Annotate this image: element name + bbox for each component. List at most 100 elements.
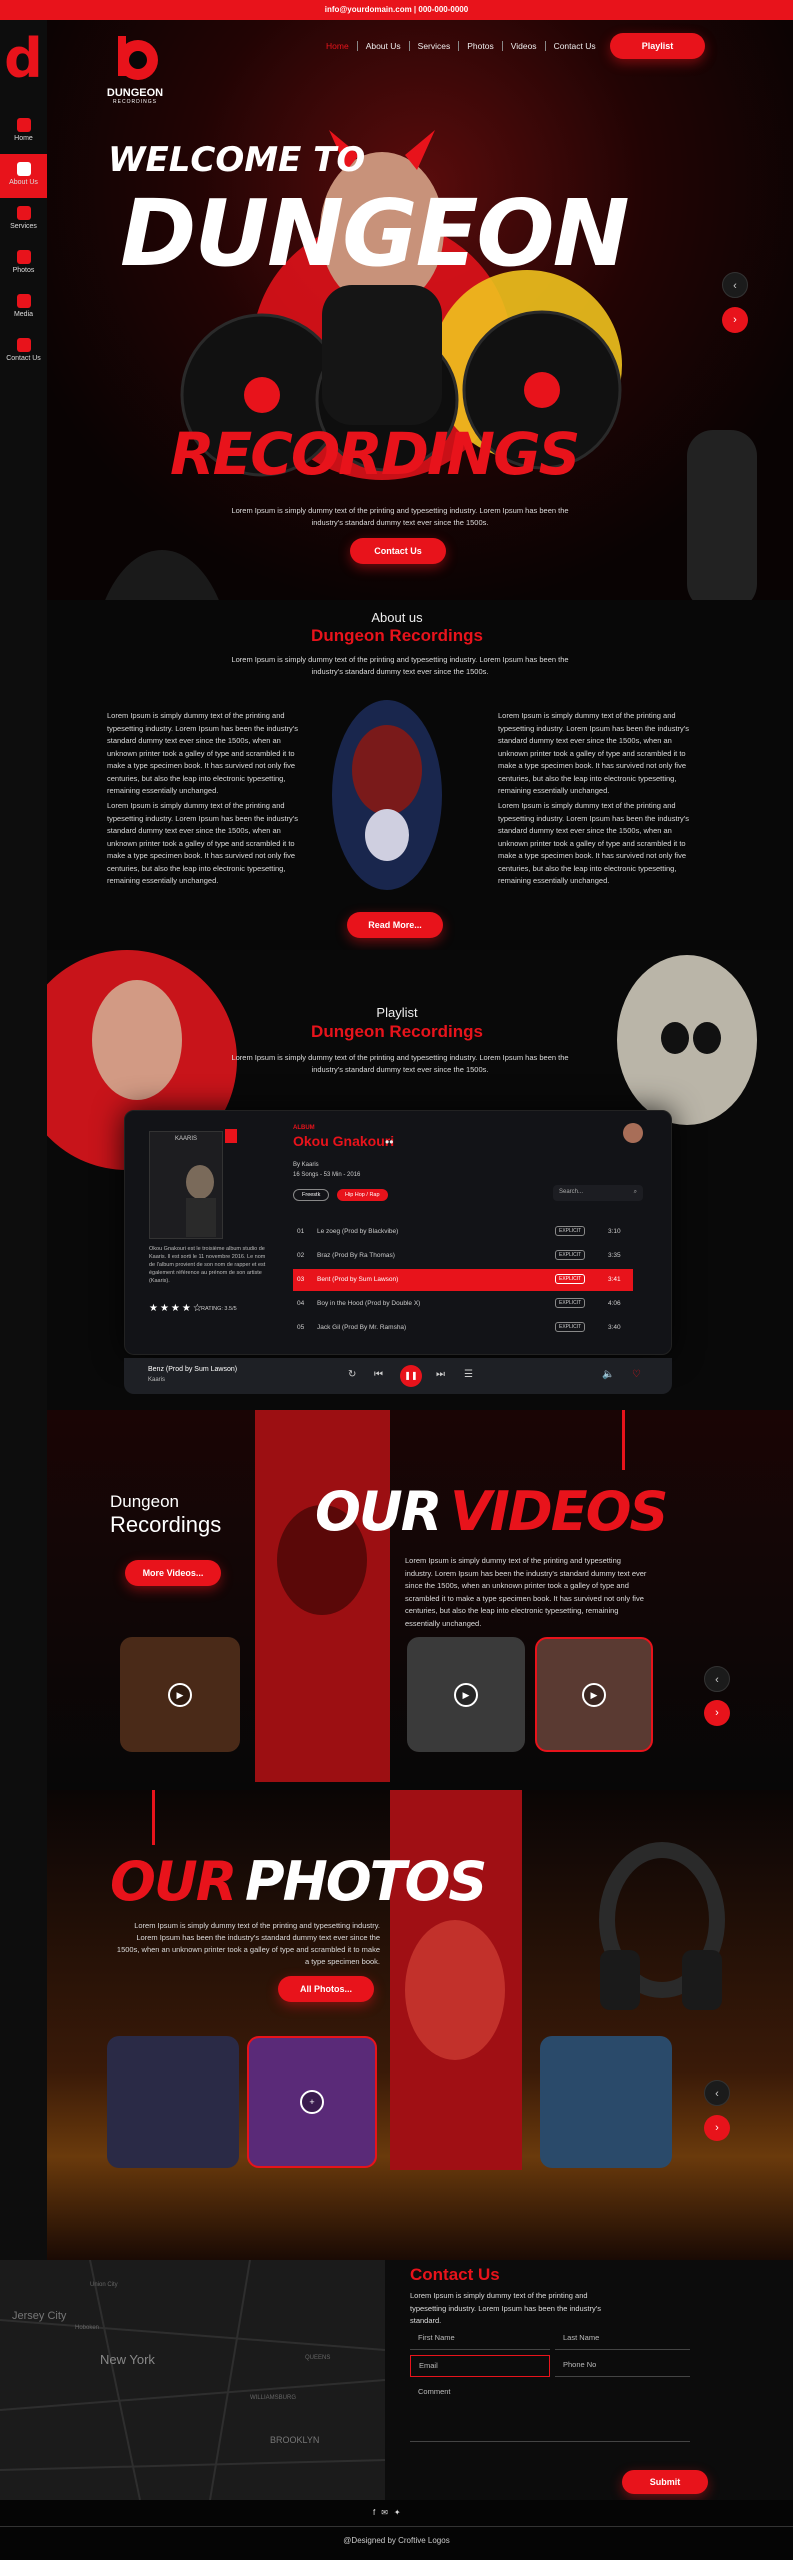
- sidebar-item-services[interactable]: Services: [0, 198, 47, 242]
- nav-about[interactable]: About Us: [358, 41, 410, 51]
- track-row[interactable]: 01 Le zoeg (Prod by Blackvibe) EXPLICIT 3:1…: [293, 1221, 633, 1243]
- music-player-card: KAARIS Okou Gnakouri est le troisième al…: [124, 1110, 672, 1355]
- play-icon: ▶: [454, 1682, 478, 1707]
- volume-icon[interactable]: 🔈: [602, 1369, 614, 1380]
- sidebar-item-media[interactable]: Media: [0, 286, 47, 330]
- repeat-icon[interactable]: ↻: [348, 1369, 356, 1380]
- playlist-subtitle: Playlist: [376, 1005, 418, 1020]
- previous-icon[interactable]: ⏮: [374, 1369, 383, 1380]
- play-icon: ▶: [582, 1682, 606, 1707]
- map[interactable]: Jersey City New York BROOKLYN WILLIAMSBU…: [0, 2259, 386, 2501]
- sidebar-item-label: Home: [14, 135, 33, 142]
- contact-us-button[interactable]: Contact Us: [350, 538, 446, 564]
- read-more-button[interactable]: Read More...: [347, 912, 443, 938]
- logo-mark-icon: [118, 36, 158, 80]
- email-label: Email: [419, 2361, 438, 2370]
- album-art: [186, 1165, 216, 1238]
- contact-title: Contact Us: [410, 2265, 500, 2284]
- next-icon[interactable]: ⏭: [436, 1369, 445, 1380]
- heart-icon[interactable]: ♡: [632, 1369, 641, 1380]
- phone-label: Phone No: [563, 2360, 597, 2369]
- now-playing-artist: Kaaris: [148, 1377, 166, 1383]
- genre-chip[interactable]: Hip Hop / Rap: [337, 1189, 388, 1201]
- track-time: 3:10: [608, 1228, 621, 1235]
- chevron-left-icon: ‹: [733, 280, 737, 292]
- avatar[interactable]: [623, 1123, 643, 1143]
- explicit-badge: EXPLICIT: [555, 1298, 586, 1308]
- rating-stars-icon: ★★★★☆: [149, 1303, 204, 1314]
- sidebar-item-home[interactable]: Home: [0, 110, 47, 154]
- first-name-field[interactable]: First Name: [410, 2328, 550, 2350]
- zoom-icon: +: [300, 2090, 324, 2114]
- photos-prev-button[interactable]: ‹: [704, 2080, 730, 2106]
- about-intro: Lorem Ipsum is simply dummy text of the …: [231, 655, 569, 676]
- album-artist: Okou Gnakouri: [293, 1133, 395, 1149]
- search-placeholder: Search...: [559, 1189, 584, 1195]
- about-text-right-1: Lorem Ipsum is simply dummy text of the …: [498, 711, 689, 795]
- sidebar-item-label: Media: [13, 311, 34, 318]
- track-row[interactable]: 05 Jack Gil (Prod By Mr. Ramsha) EXPLICIT 3…: [293, 1317, 633, 1339]
- about-subtitle: About us: [371, 610, 423, 625]
- photo-thumbnail[interactable]: [107, 2036, 239, 2168]
- chevron-right-icon: ›: [715, 2122, 719, 2134]
- photo-thumbnail[interactable]: +: [247, 2036, 377, 2168]
- nav-photos[interactable]: Photos: [459, 41, 503, 51]
- social-icons[interactable]: f✉✦: [373, 2508, 407, 2517]
- brand-logo[interactable]: DUNGEON RECORDINGS: [100, 32, 180, 112]
- hero-next-button[interactable]: ›: [722, 307, 748, 333]
- sidebar-item-photos[interactable]: Photos: [0, 242, 47, 286]
- video-thumbnail[interactable]: ▶: [120, 1637, 240, 1752]
- videos-text: Lorem Ipsum is simply dummy text of the …: [405, 1556, 647, 1628]
- email-field[interactable]: Email: [410, 2355, 550, 2377]
- player-bar: Benz (Prod by Sum Lawson) Kaaris ↻ ⏮ ❚❚ …: [124, 1358, 672, 1394]
- chevron-left-icon: ‹: [715, 1674, 719, 1686]
- sidebar-item-contact[interactable]: Contact Us: [0, 330, 47, 374]
- comment-field[interactable]: Comment: [410, 2382, 690, 2442]
- all-photos-button[interactable]: All Photos...: [278, 1976, 374, 2002]
- bookmark-icon[interactable]: [225, 1129, 237, 1143]
- nav-home[interactable]: Home: [318, 41, 358, 51]
- first-name-label: First Name: [418, 2333, 455, 2342]
- map-label: Jersey City: [12, 2310, 67, 2322]
- more-dots-icon[interactable]: ••: [385, 1135, 393, 1149]
- tag-chip[interactable]: Freestk: [293, 1189, 330, 1201]
- more-videos-button[interactable]: More Videos...: [125, 1560, 221, 1586]
- track-title: Braz (Prod By Ra Thomas): [317, 1252, 395, 1259]
- sidebar-logo-icon[interactable]: d: [0, 20, 47, 98]
- track-title: Le zoeg (Prod by Blackvibe): [317, 1228, 399, 1235]
- nav-services[interactable]: Services: [410, 41, 460, 51]
- video-thumbnail[interactable]: ▶: [535, 1637, 653, 1752]
- contact-text: Lorem Ipsum is simply dummy text of the …: [410, 2291, 601, 2325]
- track-title: Bent (Prod by Sum Lawson): [317, 1276, 399, 1283]
- track-row[interactable]: 02 Braz (Prod By Ra Thomas) EXPLICIT 3:35: [293, 1245, 633, 1267]
- track-row-active[interactable]: 03 Bent (Prod by Sum Lawson) EXPLICIT 3:41: [293, 1269, 633, 1291]
- nav-videos[interactable]: Videos: [503, 41, 546, 51]
- video-thumbnail[interactable]: ▶: [407, 1637, 525, 1752]
- search-input[interactable]: Search... ⌕: [553, 1185, 643, 1201]
- playlist-button[interactable]: Playlist: [610, 33, 705, 59]
- track-row[interactable]: 04 Boy in the Hood (Prod by Double X) EXPL…: [293, 1293, 633, 1315]
- submit-button[interactable]: Submit: [622, 2470, 708, 2494]
- videos-prev-button[interactable]: ‹: [704, 1666, 730, 1692]
- videos-next-button[interactable]: ›: [704, 1700, 730, 1726]
- logo-sub: RECORDINGS: [113, 99, 157, 105]
- album-description: Okou Gnakouri est le troisième album stu…: [149, 1246, 266, 1284]
- nav-contact[interactable]: Contact Us: [546, 41, 604, 51]
- hero-prev-button[interactable]: ‹: [722, 272, 748, 298]
- last-name-field[interactable]: Last Name: [555, 2328, 690, 2350]
- videos-small-title: Dungeon: [110, 1492, 180, 1511]
- sidebar-item-about[interactable]: About Us: [0, 154, 47, 198]
- track-title: Boy in the Hood (Prod by Double X): [317, 1300, 421, 1307]
- queue-icon[interactable]: ☰: [464, 1369, 473, 1380]
- photos-next-button[interactable]: ›: [704, 2115, 730, 2141]
- photos-icon: [16, 250, 31, 264]
- track-number: 03: [297, 1276, 305, 1283]
- now-playing-title: Benz (Prod by Sum Lawson): [148, 1366, 238, 1373]
- album-by: By Kaaris: [293, 1162, 319, 1168]
- photo-thumbnail[interactable]: [540, 2036, 672, 2168]
- pause-button[interactable]: ❚❚: [400, 1365, 422, 1387]
- contact-icon: [16, 338, 31, 352]
- sidebar-item-label: About Us: [9, 179, 38, 186]
- album-meta: 16 Songs - 53 Min - 2016: [293, 1172, 361, 1178]
- phone-field[interactable]: Phone No: [555, 2355, 690, 2377]
